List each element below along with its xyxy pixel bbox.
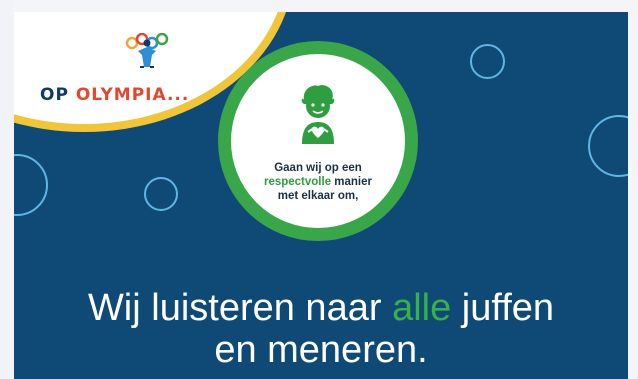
- logo-word-olympia: OLYMPIA...: [75, 85, 190, 105]
- headline: Wij luisteren naar alle juffen en menere…: [14, 287, 628, 371]
- headline-highlight: alle: [392, 287, 452, 329]
- headline-part-1: Wij luisteren naar: [87, 287, 393, 329]
- window-top-border: [0, 0, 638, 12]
- bubble-decoration: [588, 115, 628, 177]
- child-heart-hands-icon: [301, 85, 335, 144]
- badge-line-2-rest: manier: [331, 176, 373, 188]
- bubble-decoration: [14, 154, 48, 216]
- logo-wordmark: OP OLYMPIA...: [40, 85, 189, 105]
- bubble-decoration: [144, 177, 178, 211]
- slide: OP OLYMPIA... Gaan wij op een respectvol…: [14, 12, 628, 379]
- headline-part-2: juffen: [451, 287, 555, 329]
- headline-line-2: en meneren.: [214, 329, 428, 371]
- badge-line-2: respectvolle manier: [231, 175, 405, 189]
- badge-line-1: Gaan wij op een: [274, 162, 362, 174]
- window-right-border: [628, 0, 638, 379]
- logo-word-op: OP: [40, 85, 69, 105]
- respect-badge: Gaan wij op een respectvolle manier met …: [218, 41, 418, 241]
- window-left-border: [0, 0, 14, 379]
- badge-caption: Gaan wij op een respectvolle manier met …: [231, 161, 405, 203]
- headline-line-1: Wij luisteren naar alle juffen: [14, 287, 628, 329]
- kids-holding-hands-icon: [125, 33, 169, 68]
- badge-highlight: respectvolle: [263, 176, 332, 188]
- bubble-decoration: [470, 44, 505, 79]
- badge-line-3: met elkaar om,: [277, 190, 359, 202]
